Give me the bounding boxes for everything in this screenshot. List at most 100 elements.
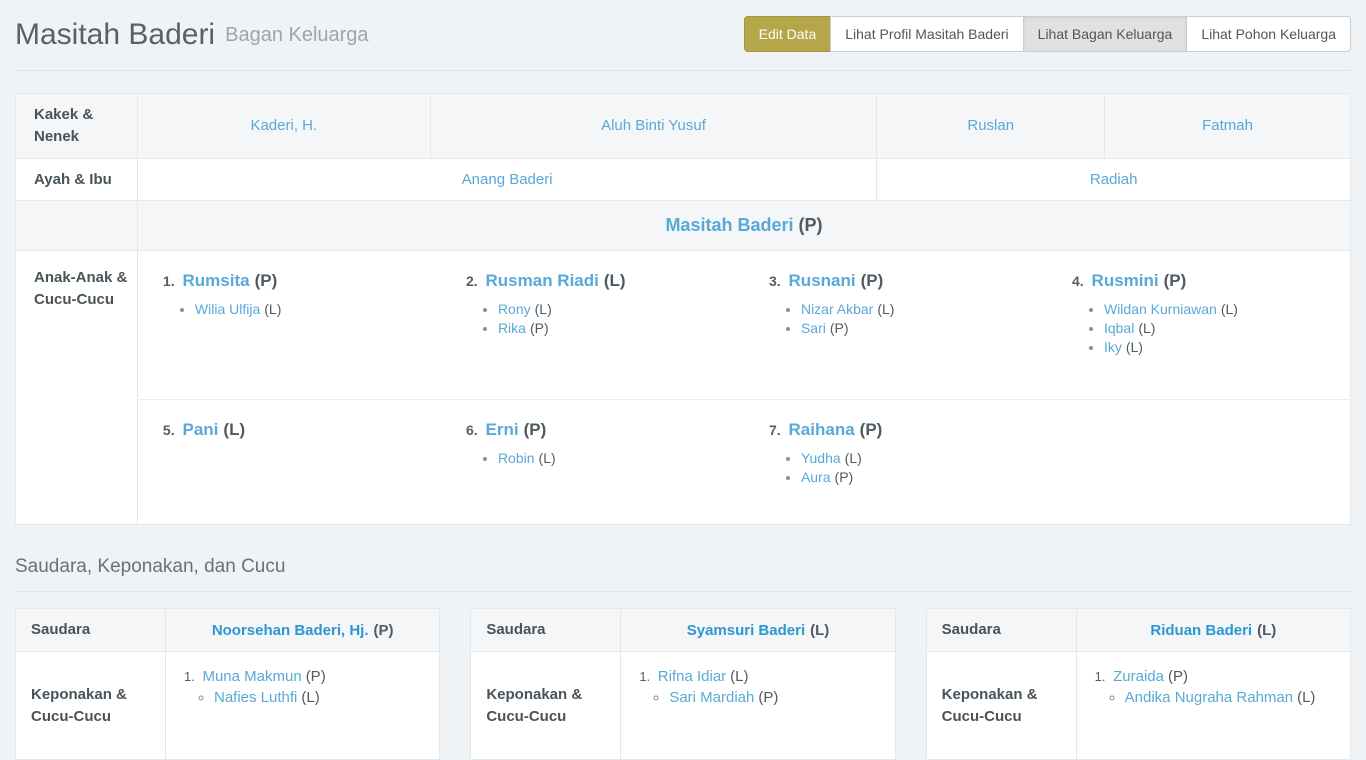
father-link[interactable]: Anang Baderi (462, 171, 553, 188)
child-number: 7. (769, 422, 785, 438)
child-name-link[interactable]: Rusnani (789, 271, 856, 290)
child-name-link[interactable]: Pani (183, 420, 219, 439)
child-item: 6. Erni(P) Robin(L) (441, 416, 744, 469)
sibling-title-cell: Syamsuri Baderi(L) (621, 609, 895, 652)
child-number: 5. (163, 422, 179, 438)
grandparent-link-kaderi[interactable]: Kaderi, H. (250, 117, 317, 134)
nephew-item: 1. Muna Makmun(P) Nafies Luthfi(L) (184, 668, 429, 706)
child-gender: (P) (255, 271, 278, 290)
sibling-card: Saudara Syamsuri Baderi(L) Keponakan & C… (470, 608, 895, 760)
child-item: 4. Rusmini (P) Wildan Kurniawan(L) Iqbal(… (1047, 267, 1350, 358)
grandchild-gender: (P) (758, 689, 778, 706)
header-button[interactable]: Lihat Bagan Keluarga (1023, 16, 1188, 52)
grandchild-item: Yudha(L) (801, 450, 1037, 466)
nephew-item: 1. Rifna Idiar(L) Sari Mardiah(P) (639, 668, 884, 706)
header-button[interactable]: Lihat Pohon Keluarga (1186, 16, 1351, 52)
siblings-section-heading: Saudara, Keponakan, dan Cucu (15, 556, 1351, 592)
child-gender: (L) (223, 420, 245, 439)
self-gender: (P) (798, 215, 822, 235)
grandchild-name-link[interactable]: Sari (801, 320, 826, 336)
self-cell: Masitah Baderi(P) (137, 201, 1350, 251)
grandchild-name-link[interactable]: Nizar Akbar (801, 301, 873, 317)
grandparent-cell: Fatmah (1105, 94, 1351, 159)
sibling-title-cell: Riduan Baderi (L) (1076, 609, 1350, 652)
child-name-link[interactable]: Raihana (789, 420, 855, 439)
child-number: 2. (466, 273, 482, 289)
children-grid-row: 5. Pani(L) 6. Erni(P) Robin(L) 7. Raihan… (138, 399, 1350, 524)
grandchildren-list: Rony(L) Rika(P) (466, 301, 734, 336)
sibling-gender: (L) (1257, 622, 1276, 639)
grandchildren-list: Robin(L) (466, 450, 734, 466)
nephew-number: 1. (1095, 669, 1109, 684)
parents-row-label: Ayah & Ibu (16, 158, 138, 201)
grandparent-link-fatmah[interactable]: Fatmah (1202, 117, 1253, 134)
grandchild-name-link[interactable]: Yudha (801, 450, 841, 466)
grandchild-name-link[interactable]: Rony (498, 301, 531, 317)
nephew-name-link[interactable]: Rifna Idiar (658, 668, 726, 685)
child-name-link[interactable]: Rusman Riadi (486, 271, 599, 290)
grandchild-item: Rony(L) (498, 301, 734, 317)
grandchild-name-link[interactable]: Wildan Kurniawan (1104, 301, 1217, 317)
nephews-row-label: Keponakan & Cucu-Cucu (16, 652, 166, 760)
children-grid-row: 1. Rumsita(P) Wilia Ulfija(L) 2. Rusman … (138, 251, 1350, 399)
parents-row: Ayah & Ibu Anang Baderi Radiah (16, 158, 1351, 201)
nephews-row-label: Keponakan & Cucu-Cucu (926, 652, 1076, 760)
sibling-name-link[interactable]: Noorsehan Baderi, Hj. (212, 622, 369, 639)
header-button[interactable]: Lihat Profil Masitah Baderi (830, 16, 1023, 52)
grandchild-item: Aura(P) (801, 469, 1037, 485)
sibling-name-link[interactable]: Riduan Baderi (1150, 622, 1252, 639)
grandchild-name-link[interactable]: Iky (1104, 339, 1122, 355)
child-gender: (P) (860, 420, 883, 439)
nephews-cell: 1. Zuraida(P) Andika Nugraha Rahman(L) (1076, 652, 1350, 760)
children-row: Anak-Anak & Cucu-Cucu 1. Rumsita(P) Wili… (16, 251, 1351, 525)
nephew-children-list: Andika Nugraha Rahman(L) (1095, 689, 1340, 706)
nephew-name-link[interactable]: Zuraida (1113, 668, 1164, 685)
children-row-label: Anak-Anak & Cucu-Cucu (16, 251, 138, 525)
nephew-name-link[interactable]: Muna Makmun (202, 668, 301, 685)
header-button[interactable]: Edit Data (744, 16, 832, 52)
grandchild-name-link[interactable]: Rika (498, 320, 526, 336)
grandparent-link-ruslan[interactable]: Ruslan (967, 117, 1014, 134)
grandchild-name-link[interactable]: Wilia Ulfija (195, 301, 260, 317)
grandchild-item: Iky(L) (1104, 339, 1340, 355)
mother-link[interactable]: Radiah (1090, 171, 1138, 188)
sibling-name-link[interactable]: Syamsuri Baderi (687, 622, 805, 639)
child-item: 1. Rumsita(P) Wilia Ulfija(L) (138, 267, 441, 320)
grandchild-item: Iqbal(L) (1104, 320, 1340, 336)
child-number: 4. (1072, 273, 1088, 289)
grandchild-name-link[interactable]: Andika Nugraha Rahman (1125, 689, 1293, 706)
grandchild-gender: (L) (301, 689, 319, 706)
self-name-link[interactable]: Masitah Baderi (665, 215, 793, 235)
nephews-row-label: Keponakan & Cucu-Cucu (471, 652, 621, 760)
nephew-children-list: Sari Mardiah(P) (639, 689, 884, 706)
grandchildren-list: Wildan Kurniawan(L) Iqbal(L) Iky(L) (1072, 301, 1340, 355)
child-name-link[interactable]: Rumsita (183, 271, 250, 290)
header-button-group: Edit DataLihat Profil Masitah BaderiLiha… (744, 16, 1351, 52)
child-name-link[interactable]: Erni (486, 420, 519, 439)
nephews-cell: 1. Muna Makmun(P) Nafies Luthfi(L) (166, 652, 440, 760)
child-item: 2. Rusman Riadi(L) Rony(L) Rika(P) (441, 267, 744, 339)
sibling-title-row: Saudara Riduan Baderi(L) (926, 609, 1350, 652)
family-chart-table: Kakek & Nenek Kaderi, H. Aluh Binti Yusu… (15, 93, 1351, 525)
child-gender: (P) (1164, 271, 1187, 290)
grandchild-item: Wildan Kurniawan(L) (1104, 301, 1340, 317)
grandchild-name-link[interactable]: Aura (801, 469, 831, 485)
grandparent-cell: Ruslan (877, 94, 1105, 159)
grandparent-link-aluh[interactable]: Aluh Binti Yusuf (601, 117, 706, 134)
child-name-link[interactable]: Rusmini (1092, 271, 1159, 290)
grandchild-name-link[interactable]: Robin (498, 450, 535, 466)
child-number: 3. (769, 273, 785, 289)
grandchild-name-link[interactable]: Nafies Luthfi (214, 689, 297, 706)
page-header: Masitah Baderi Bagan Keluarga Edit DataL… (15, 0, 1351, 71)
child-gender: (P) (861, 271, 884, 290)
sibling-gender: (P) (374, 622, 394, 639)
grandchild-item: Rika(P) (498, 320, 734, 336)
grandchild-name-link[interactable]: Sari Mardiah (669, 689, 754, 706)
nephews-cell: 1. Rifna Idiar(L) Sari Mardiah(P) (621, 652, 895, 760)
grandchild-name-link[interactable]: Iqbal (1104, 320, 1134, 336)
grandchild-gender: (L) (1297, 689, 1315, 706)
sibling-row-label: Saudara (471, 609, 621, 652)
grandchildren-list: Wilia Ulfija(L) (163, 301, 431, 317)
page-subtitle: Bagan Keluarga (225, 24, 368, 47)
child-item: 3. Rusnani(P) Nizar Akbar(L) Sari(P) (744, 267, 1047, 339)
